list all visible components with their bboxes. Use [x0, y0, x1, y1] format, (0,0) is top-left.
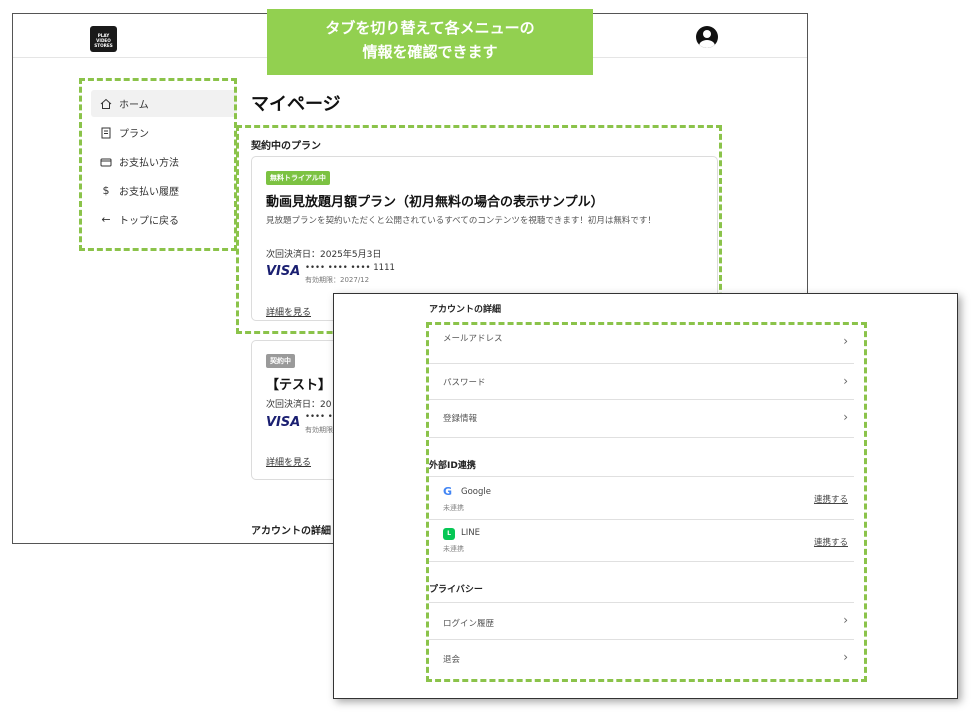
- account-details-window: アカウントの詳細 メールアドレス › パスワード › 登録情報 › 外部ID連携…: [333, 293, 958, 699]
- plan-title: 【テスト】: [266, 378, 332, 393]
- account-details-highlight: [426, 322, 867, 682]
- callout-line-1: タブを切り替えて各メニューの: [325, 19, 535, 37]
- callout-box: タブを切り替えて各メニューの 情報を確認できます: [267, 9, 593, 75]
- account-section-label: アカウントの詳細: [251, 526, 331, 537]
- logo[interactable]: PLAY VIDEO STORES: [90, 26, 117, 52]
- card-expiry: 有効期限: [305, 426, 333, 434]
- visa-icon: VISA: [266, 415, 301, 430]
- sidebar-highlight: [79, 78, 237, 251]
- page-title: マイページ: [251, 94, 341, 115]
- next-billing-date: 次回決済日：20: [266, 400, 332, 410]
- callout-line-2: 情報を確認できます: [362, 43, 498, 61]
- user-avatar-icon[interactable]: [696, 26, 718, 48]
- plan-detail-link[interactable]: 詳細を見る: [266, 455, 311, 468]
- active-badge: 契約中: [266, 354, 295, 368]
- account-section-label: アカウントの詳細: [429, 305, 502, 315]
